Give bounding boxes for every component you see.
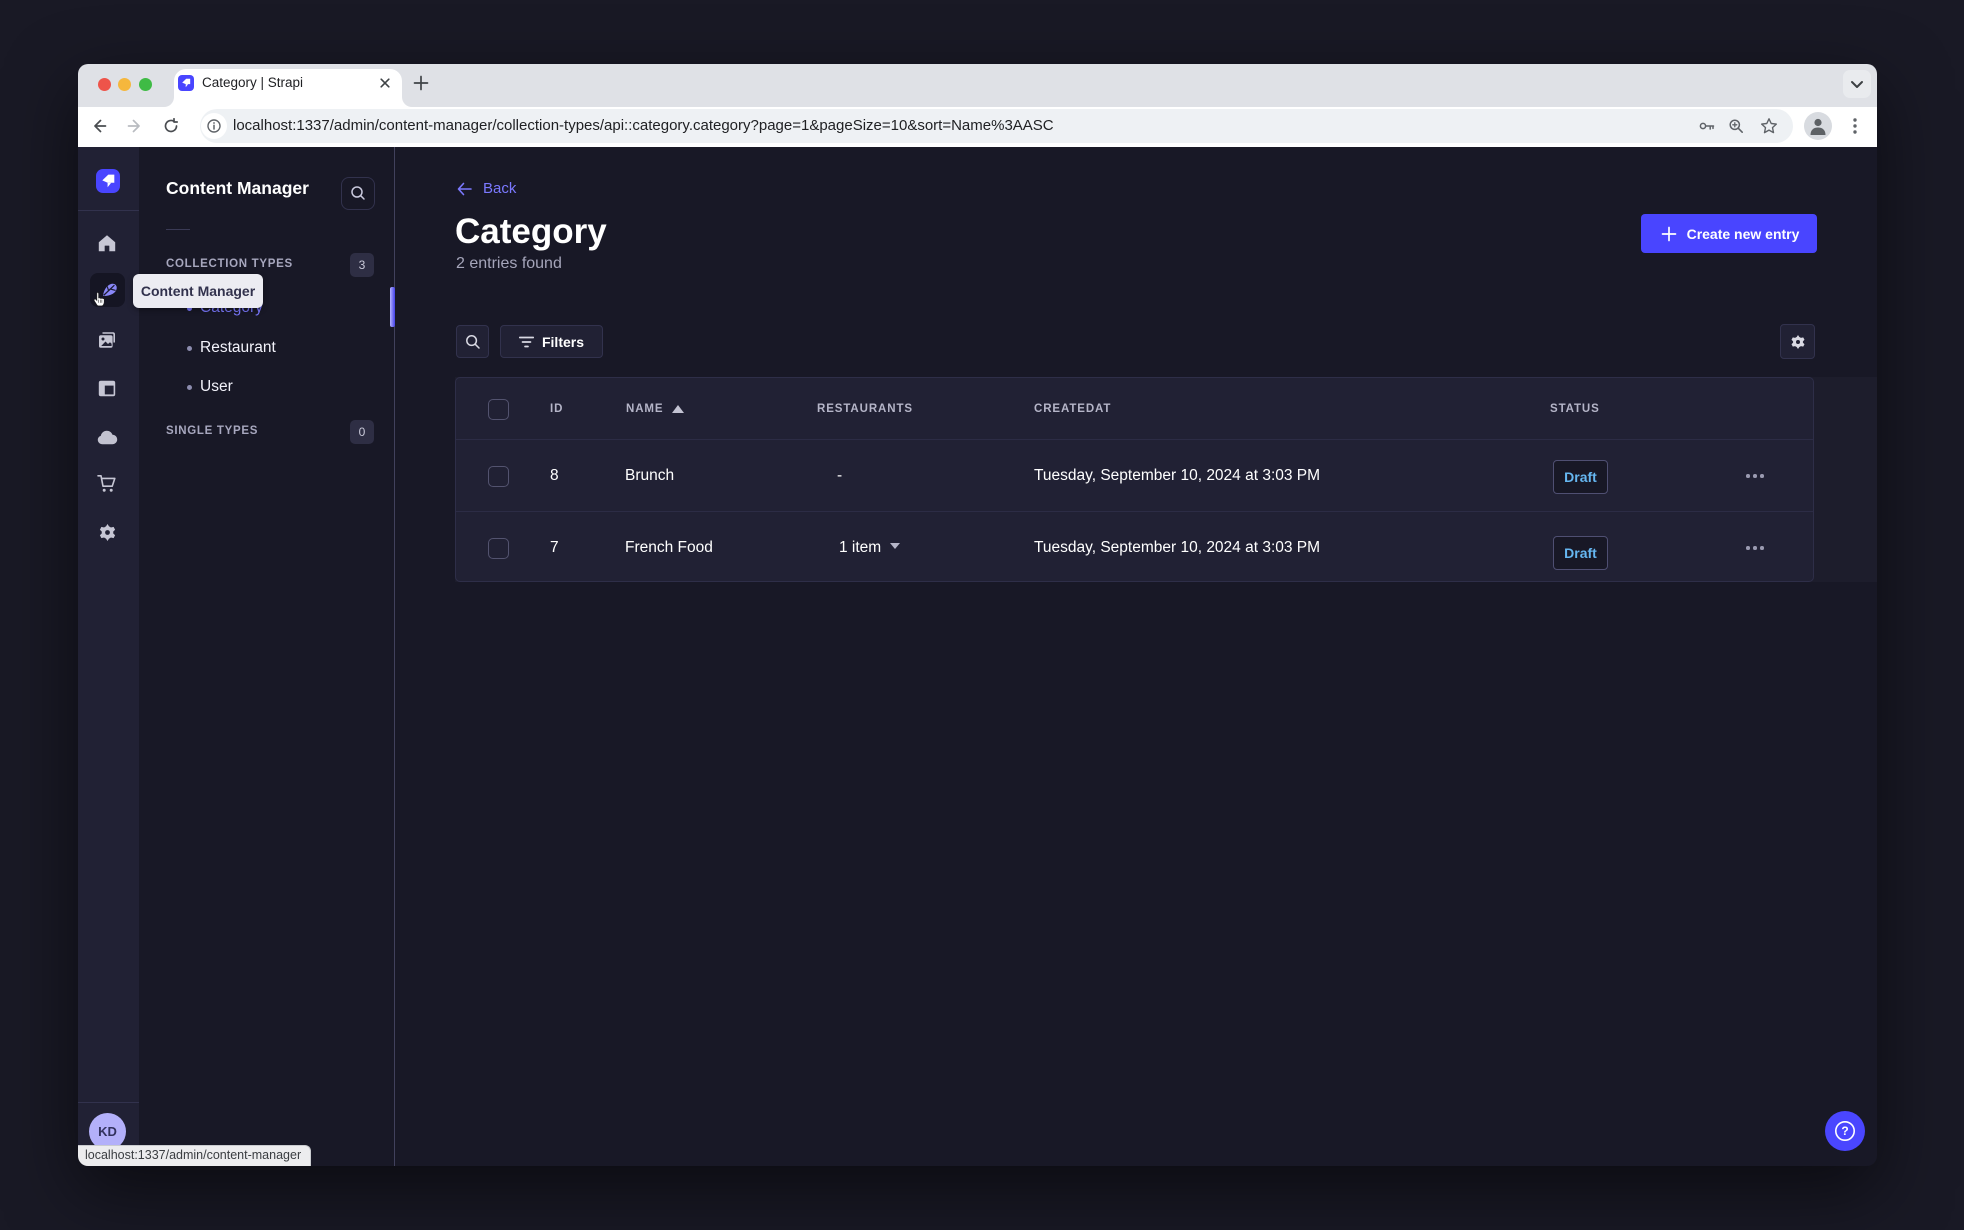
svg-text:?: ?: [1841, 1124, 1848, 1138]
